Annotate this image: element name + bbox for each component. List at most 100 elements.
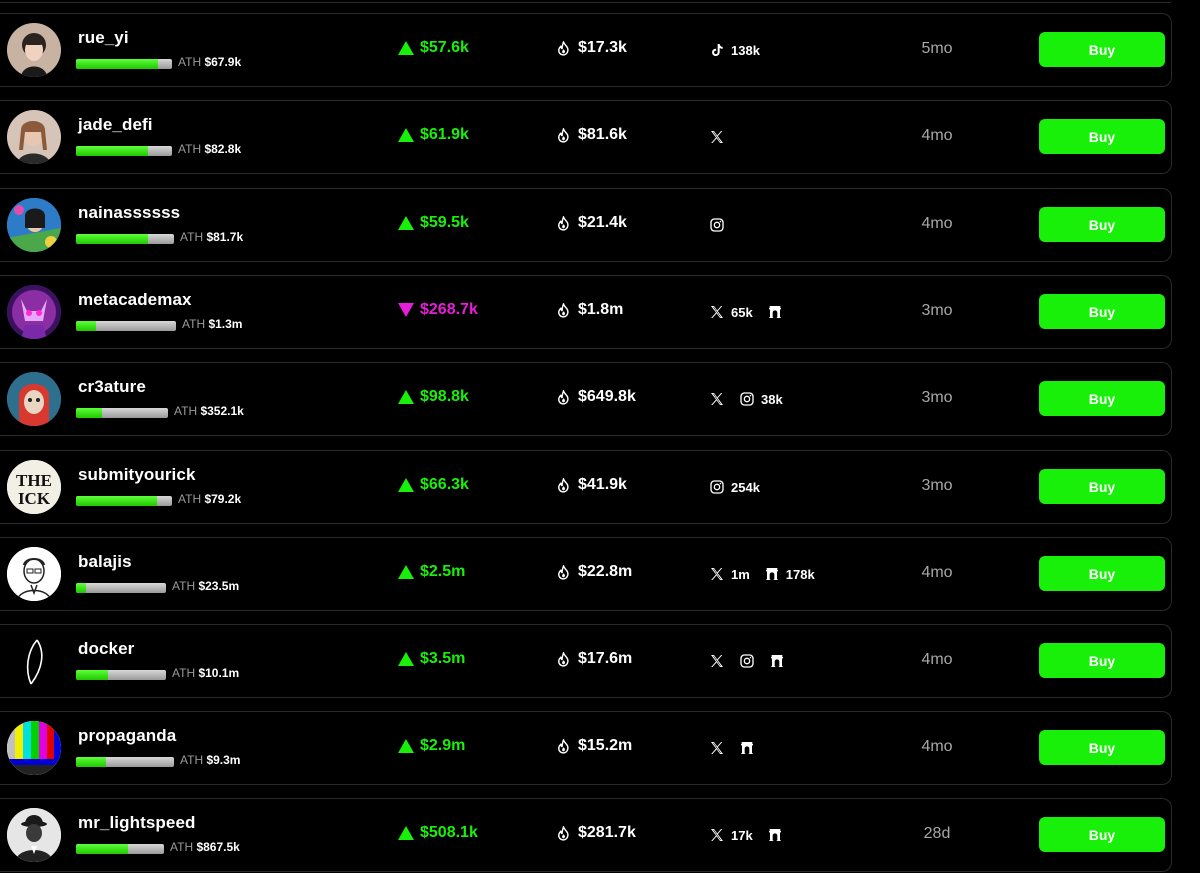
token-age: 4mo [921, 215, 953, 232]
volume-value: $1.8m [578, 301, 624, 318]
ath-progress-bar [76, 670, 166, 680]
avatar[interactable] [7, 547, 61, 601]
creator-name[interactable]: docker [78, 639, 134, 659]
social-farcaster[interactable] [767, 304, 783, 320]
ath-info: ATH $23.5m [172, 579, 239, 593]
volume: $649.8k [555, 388, 636, 406]
creator-name[interactable]: nainassssss [78, 203, 180, 223]
token-row[interactable]: balajis ATH $23.5m $2.5m $22.8m 1m 178k 4mo Buy [0, 537, 1172, 611]
creator-name[interactable]: cr3ature [78, 377, 146, 397]
buy-button[interactable]: Buy [1039, 556, 1165, 591]
ath-progress-bar [76, 234, 174, 244]
avatar[interactable] [7, 110, 61, 164]
x-icon [709, 391, 725, 407]
token-row[interactable]: THE ICK submityourick ATH $79.2k $66.3k $41.9… [0, 450, 1172, 524]
token-row[interactable]: metacademax ATH $1.3m $268.7k $1.8m 65k 3mo Bu… [0, 275, 1172, 349]
social-x[interactable] [709, 653, 725, 669]
social-instagram[interactable]: 254k [709, 479, 760, 495]
instagram-icon [739, 391, 755, 407]
market-cap: $3.5m [398, 650, 465, 668]
buy-button[interactable]: Buy [1039, 643, 1165, 678]
social-instagram[interactable]: 38k [739, 391, 783, 407]
social-x[interactable]: 17k [709, 827, 753, 843]
buy-button[interactable]: Buy [1039, 32, 1165, 67]
social-x[interactable] [709, 129, 725, 145]
buy-button[interactable]: Buy [1039, 294, 1165, 329]
volume: $15.2m [555, 737, 632, 755]
buy-button[interactable]: Buy [1039, 469, 1165, 504]
ath-progress-fill [76, 321, 96, 331]
token-row[interactable]: docker ATH $10.1m $3.5m $17.6m 4mo Buy [0, 624, 1172, 698]
ath-info: ATH $82.8k [178, 142, 241, 156]
avatar[interactable] [7, 721, 61, 775]
avatar[interactable] [7, 634, 61, 688]
ath-value: $79.2k [204, 492, 242, 506]
farcaster-icon [764, 566, 780, 582]
token-row[interactable]: mr_lightspeed ATH $867.5k $508.1k $281.7k 17… [0, 798, 1172, 872]
creator-name[interactable]: propaganda [78, 726, 176, 746]
trend-up-icon [398, 739, 414, 753]
x-icon [709, 653, 725, 669]
token-row[interactable]: rue_yi ATH $67.9k $57.6k $17.3k 138k 5mo Buy [0, 13, 1172, 87]
social-count: 38k [761, 391, 783, 407]
creator-name[interactable]: metacademax [78, 290, 192, 310]
creator-name[interactable]: submityourick [78, 465, 196, 485]
social-x[interactable] [709, 391, 725, 407]
avatar[interactable] [7, 372, 61, 426]
social-instagram[interactable] [709, 217, 725, 233]
ath-progress-bar [76, 59, 172, 69]
social-links: 38k [709, 388, 789, 410]
ath-label: ATH [178, 492, 202, 506]
avatar[interactable] [7, 198, 61, 252]
ath-label: ATH [174, 404, 198, 418]
social-count: 17k [731, 827, 753, 843]
farcaster-icon [739, 740, 755, 756]
token-row[interactable]: cr3ature ATH $352.1k $98.8k $649.8k 38k 3mo Bu… [0, 362, 1172, 436]
avatar[interactable] [7, 285, 61, 339]
buy-button[interactable]: Buy [1039, 207, 1165, 242]
social-farcaster[interactable] [739, 740, 755, 756]
social-farcaster[interactable] [767, 827, 783, 843]
instagram-icon [709, 217, 725, 233]
x-icon [709, 740, 725, 756]
market-cap: $66.3k [398, 476, 469, 494]
market-cap: $2.5m [398, 563, 465, 581]
avatar[interactable]: THE ICK [7, 460, 61, 514]
buy-button[interactable]: Buy [1039, 381, 1165, 416]
market-cap-value: $57.6k [420, 39, 469, 56]
token-age: 28d [923, 825, 951, 842]
flame-icon [558, 651, 569, 667]
ath-progress-bar [76, 757, 174, 767]
social-x[interactable]: 1m [709, 566, 750, 582]
creator-name[interactable]: balajis [78, 552, 132, 572]
market-cap-value: $61.9k [420, 126, 469, 143]
ath-info: ATH $1.3m [182, 317, 242, 331]
social-links [709, 214, 731, 236]
token-row[interactable]: nainassssss ATH $81.7k $59.5k $21.4k 4mo Buy [0, 188, 1172, 262]
farcaster-icon [769, 653, 785, 669]
social-x[interactable] [709, 740, 725, 756]
creator-name[interactable]: jade_defi [78, 115, 153, 135]
avatar[interactable] [7, 808, 61, 862]
market-cap-value: $98.8k [420, 388, 469, 405]
creator-name[interactable]: mr_lightspeed [78, 813, 196, 833]
token-age: 3mo [921, 302, 953, 319]
x-icon [709, 827, 725, 843]
avatar[interactable] [7, 23, 61, 77]
social-instagram[interactable] [739, 653, 755, 669]
volume-value: $81.6k [578, 126, 627, 143]
ath-progress-fill [76, 757, 107, 767]
token-row[interactable]: jade_defi ATH $82.8k $61.9k $81.6k 4mo Buy [0, 100, 1172, 174]
social-farcaster[interactable]: 178k [764, 566, 815, 582]
token-row[interactable]: propaganda ATH $9.3m $2.9m $15.2m 4mo Buy [0, 711, 1172, 785]
creator-name[interactable]: rue_yi [78, 28, 129, 48]
social-tiktok[interactable]: 138k [709, 42, 760, 58]
social-x[interactable]: 65k [709, 304, 753, 320]
buy-button[interactable]: Buy [1039, 119, 1165, 154]
ath-progress-fill [76, 670, 108, 680]
buy-button[interactable]: Buy [1039, 817, 1165, 852]
token-list: rue_yi ATH $67.9k $57.6k $17.3k 138k 5mo Buy ja… [0, 0, 1200, 873]
buy-button[interactable]: Buy [1039, 730, 1165, 765]
volume-value: $649.8k [578, 388, 636, 405]
social-farcaster[interactable] [769, 653, 785, 669]
